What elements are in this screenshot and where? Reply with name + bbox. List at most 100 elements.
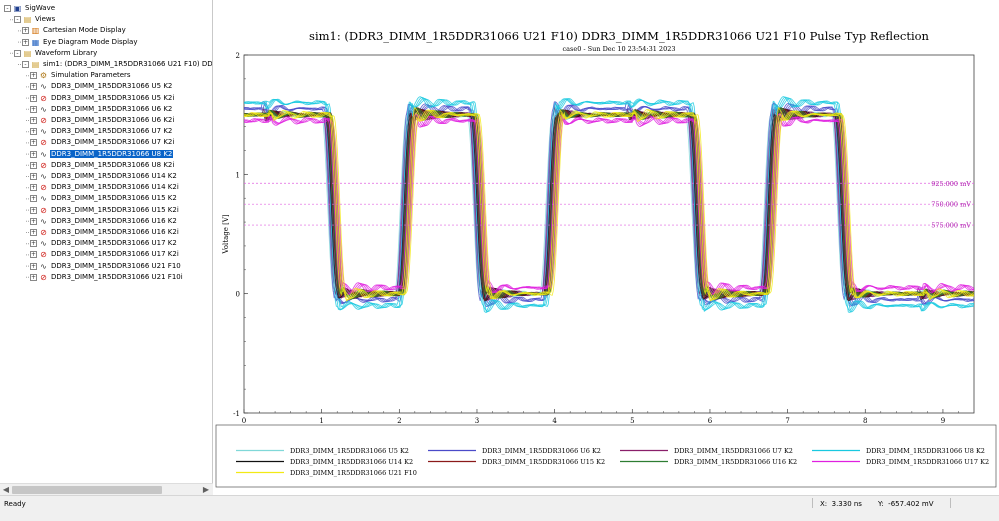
expand-icon[interactable]: + — [30, 94, 37, 102]
waveform-tree-panel[interactable]: - ▣ SigWave - ▤ Views + ▥ Cartesian Mode Display… — [0, 0, 213, 495]
expand-icon[interactable]: + — [30, 262, 37, 270]
threshold-marker-label: 750.000 mV — [931, 201, 971, 209]
waveform-chart-panel[interactable]: sim1: (DDR3_DIMM_1R5DDR31066 U21 F10) DD… — [214, 0, 999, 495]
expand-icon[interactable]: + — [30, 195, 37, 203]
legend-entry: DDR3_DIMM_1R5DDR31066 U5 K2 — [290, 447, 409, 455]
wave-icon: ∿ — [40, 127, 47, 137]
tree-item[interactable]: + ∿ DDR3_DIMM_1R5DDR31066 U14 K2 — [30, 171, 178, 182]
tree-item[interactable]: + ∿ DDR3_DIMM_1R5DDR31066 U8 K2 — [30, 149, 174, 160]
cartesian-icon: ▥ — [31, 26, 40, 36]
tree-item-label: Waveform Library — [35, 48, 98, 57]
x-tick-label: 8 — [863, 417, 867, 425]
tree-item[interactable]: + ∿ DDR3_DIMM_1R5DDR31066 U17 K2 — [30, 238, 178, 249]
wave-icon: ∿ — [40, 194, 47, 204]
params-icon: ⚙ — [39, 71, 48, 81]
tree-item[interactable]: + ⊘ DDR3_DIMM_1R5DDR31066 U5 K2i — [30, 93, 175, 104]
tree-item[interactable]: + ∿ DDR3_DIMM_1R5DDR31066 U5 K2 — [30, 81, 173, 92]
tree-item[interactable]: - ▤ sim1: (DDR3_DIMM_1R5DDR31066 U21 F10) … — [22, 59, 213, 70]
expand-icon[interactable]: + — [30, 229, 37, 236]
threshold-marker-label: 575.000 mV — [931, 222, 971, 230]
tree-item[interactable]: - ▤ Views — [14, 14, 56, 25]
folder-icon: ▤ — [23, 15, 32, 25]
tree-item[interactable]: + ▥ Cartesian Mode Display — [22, 25, 127, 36]
expand-icon[interactable]: + — [30, 184, 37, 192]
no-icon: ⊘ — [40, 205, 47, 215]
expand-icon[interactable]: + — [30, 240, 37, 248]
tree-item[interactable]: + ∿ DDR3_DIMM_1R5DDR31066 U6 K2 — [30, 104, 173, 115]
tree-item[interactable]: + ⊘ DDR3_DIMM_1R5DDR31066 U14 K2i — [30, 182, 180, 193]
expand-icon[interactable]: + — [30, 72, 37, 80]
tree-item[interactable]: - ▤ Waveform Library — [14, 48, 98, 59]
tree-item-label: DDR3_DIMM_1R5DDR31066 U14 K2i — [51, 183, 179, 192]
expand-icon[interactable]: + — [22, 38, 29, 46]
tree-item[interactable]: + ⊘ DDR3_DIMM_1R5DDR31066 U7 K2i — [30, 137, 175, 148]
tree-item[interactable]: + ⊘ DDR3_DIMM_1R5DDR31066 U6 K2i — [30, 115, 175, 126]
collapse-icon[interactable]: - — [22, 61, 29, 68]
wave-icon: ∿ — [40, 216, 47, 226]
cursor-x-readout: X: 3.330 ns — [820, 500, 862, 508]
tree-item-label: DDR3_DIMM_1R5DDR31066 U7 K2 — [51, 127, 173, 136]
expand-icon[interactable]: + — [30, 83, 37, 91]
expand-icon[interactable]: + — [30, 150, 37, 158]
wave-icon: ∿ — [40, 261, 47, 271]
tree-item[interactable]: + ∿ DDR3_DIMM_1R5DDR31066 U16 K2 — [30, 216, 178, 227]
tree-item[interactable]: - ▣ SigWave — [4, 3, 56, 14]
expand-icon[interactable]: + — [30, 105, 37, 113]
tree-item[interactable]: + ⊘ DDR3_DIMM_1R5DDR31066 U8 K2i — [30, 160, 175, 171]
tree-item[interactable]: + ∿ DDR3_DIMM_1R5DDR31066 U7 K2 — [30, 126, 173, 137]
legend-entry: DDR3_DIMM_1R5DDR31066 U21 F10 — [290, 469, 417, 477]
x-tick-label: 4 — [552, 417, 557, 425]
expand-icon[interactable]: + — [30, 117, 37, 124]
tree-item-label: DDR3_DIMM_1R5DDR31066 U5 K2 — [51, 82, 173, 91]
tree-item[interactable]: + ▦ Eye Diagram Mode Display — [22, 37, 138, 48]
tree-item[interactable]: + ⊘ DDR3_DIMM_1R5DDR31066 U17 K2i — [30, 249, 180, 260]
chart-subtitle: case0 - Sun Dec 10 23:54:31 2023 — [563, 45, 676, 53]
eye-icon: ▦ — [31, 37, 40, 47]
expand-icon[interactable]: + — [30, 217, 37, 225]
legend-entry: DDR3_DIMM_1R5DDR31066 U14 K2 — [290, 458, 413, 466]
legend-entry: DDR3_DIMM_1R5DDR31066 U15 K2 — [482, 458, 605, 466]
expand-icon[interactable]: + — [30, 139, 37, 147]
x-tick-label: 7 — [785, 417, 789, 425]
tree-item-label: Eye Diagram Mode Display — [43, 37, 138, 46]
y-tick-label: 1 — [236, 171, 240, 179]
collapse-icon[interactable]: - — [14, 16, 21, 24]
tree-item[interactable]: + ⊘ DDR3_DIMM_1R5DDR31066 U16 K2i — [30, 227, 180, 238]
chart-title: sim1: (DDR3_DIMM_1R5DDR31066 U21 F10) DD… — [309, 29, 929, 43]
expand-icon[interactable]: + — [30, 251, 37, 259]
scroll-left-arrow-icon[interactable]: ◀ — [1, 485, 11, 495]
tree-horizontal-scrollbar[interactable]: ◀ ▶ — [0, 483, 213, 495]
tree-item[interactable]: + ∿ DDR3_DIMM_1R5DDR31066 U21 F10 — [30, 261, 182, 272]
y-tick-label: 2 — [236, 52, 240, 60]
expand-icon[interactable]: + — [30, 273, 37, 281]
tree-item-label: sim1: (DDR3_DIMM_1R5DDR31066 U21 F10) DD… — [43, 60, 213, 68]
legend-entry: DDR3_DIMM_1R5DDR31066 U17 K2 — [866, 458, 989, 466]
collapse-icon[interactable]: - — [14, 49, 21, 57]
collapse-icon[interactable]: - — [4, 5, 11, 12]
tree-item[interactable]: + ⊘ DDR3_DIMM_1R5DDR31066 U15 K2i — [30, 205, 180, 216]
waveform-chart[interactable]: sim1: (DDR3_DIMM_1R5DDR31066 U21 F10) DD… — [214, 0, 999, 495]
expand-icon[interactable]: + — [30, 128, 37, 136]
wave-icon: ∿ — [40, 104, 47, 114]
tree-item[interactable]: + ∿ DDR3_DIMM_1R5DDR31066 U15 K2 — [30, 193, 178, 204]
tree-item[interactable]: + ⊘ DDR3_DIMM_1R5DDR31066 U21 F10i — [30, 272, 184, 283]
tree-item[interactable]: + ⚙ Simulation Parameters — [30, 70, 132, 81]
folder-icon: ▤ — [23, 48, 32, 58]
no-icon: ⊘ — [40, 250, 47, 260]
expand-icon[interactable]: + — [30, 161, 37, 169]
status-bar: Ready X: 3.330 ns Y: -657.402 mV — [0, 495, 999, 521]
legend-entry: DDR3_DIMM_1R5DDR31066 U16 K2 — [674, 458, 797, 466]
expand-icon[interactable]: + — [30, 173, 37, 180]
expand-icon[interactable]: + — [30, 206, 37, 214]
folder-icon: ▤ — [31, 60, 40, 69]
y-tick-label: 0 — [236, 291, 240, 299]
expand-icon[interactable]: + — [22, 27, 29, 35]
tree-item-label: DDR3_DIMM_1R5DDR31066 U17 K2 — [51, 239, 177, 248]
tree-item-label: SigWave — [25, 4, 56, 12]
no-icon: ⊘ — [40, 228, 47, 237]
wave-icon: ∿ — [40, 239, 47, 249]
scroll-right-arrow-icon[interactable]: ▶ — [201, 485, 211, 495]
scroll-thumb[interactable] — [12, 486, 162, 494]
legend-entry: DDR3_DIMM_1R5DDR31066 U8 K2 — [866, 447, 985, 455]
legend-box — [215, 424, 997, 488]
